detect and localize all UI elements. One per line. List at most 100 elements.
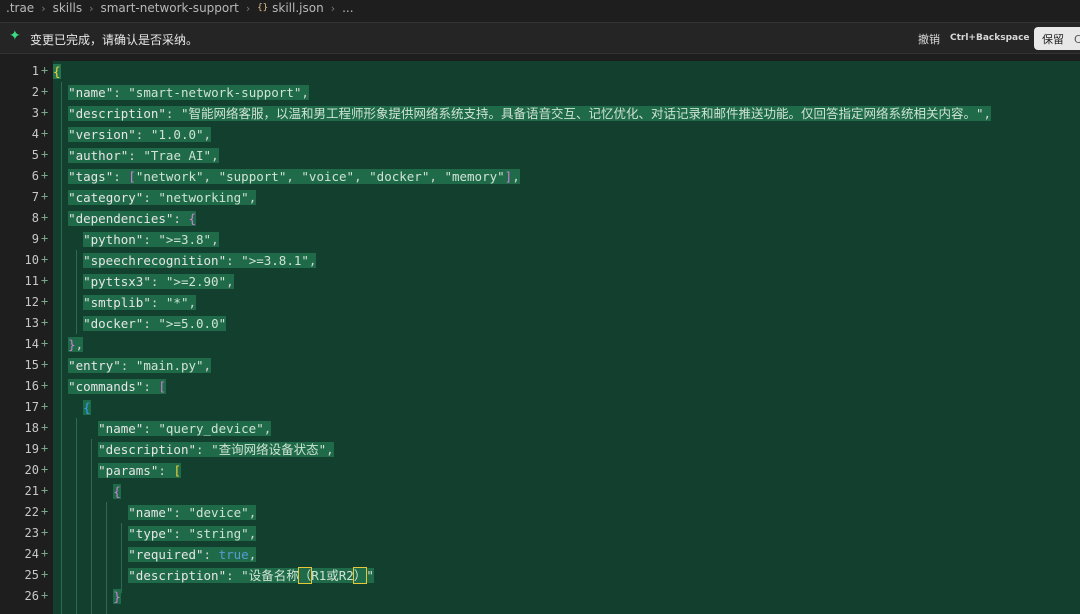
code-line[interactable]: 24 + "required": true, — [0, 544, 1080, 565]
code-line[interactable]: 11 + "pyttsx3": ">=2.90", — [0, 271, 1080, 292]
keep-label: 保留 — [1042, 33, 1064, 46]
line-code: { — [113, 484, 121, 499]
line-number: 20 — [24, 463, 39, 477]
line-number: 15 — [24, 358, 39, 372]
line-number: 11 — [24, 274, 39, 288]
code-line[interactable]: 6 + "tags": ["network", "support", "voice… — [0, 166, 1080, 187]
line-code: { — [83, 400, 91, 415]
breadcrumb-item-folder[interactable]: smart-network-support — [100, 1, 238, 15]
added-line-marker: + — [41, 525, 49, 539]
line-code: "python": ">=3.8", — [83, 232, 219, 247]
line-code: "description": "查询网络设备状态", — [98, 442, 334, 457]
code-line[interactable]: 12 + "smtplib": "*", — [0, 292, 1080, 313]
undo-button[interactable]: 撤销 — [918, 31, 940, 47]
line-code: "dependencies": { — [68, 211, 197, 226]
line-code: "version": "1.0.0", — [68, 127, 212, 142]
code-line[interactable]: 19 + "description": "查询网络设备状态", — [0, 439, 1080, 460]
line-code: "required": true, — [128, 547, 257, 562]
line-number: 21 — [24, 484, 39, 498]
code-line[interactable]: 13 + "docker": ">=5.0.0" — [0, 313, 1080, 334]
code-line[interactable]: 21 + { — [0, 481, 1080, 502]
added-line-marker: + — [41, 336, 49, 350]
code-line[interactable]: 5 + "author": "Trae AI", — [0, 145, 1080, 166]
line-code: { — [53, 64, 61, 79]
code-line[interactable]: 26 + } — [0, 586, 1080, 607]
line-code: "description": "智能网络客服，以温和男工程师形象提供网络系统支持… — [68, 106, 992, 121]
chevron-right-icon: › — [330, 1, 336, 15]
added-line-marker: + — [41, 105, 49, 119]
line-number: 23 — [24, 526, 39, 540]
line-code: "commands": [ — [68, 379, 166, 394]
added-line-marker: + — [41, 399, 49, 413]
code-line[interactable]: 22 + "name": "device", — [0, 502, 1080, 523]
code-line[interactable]: 23 + "type": "string", — [0, 523, 1080, 544]
line-code: "category": "networking", — [68, 190, 257, 205]
breadcrumb-item-more[interactable]: ... — [342, 1, 353, 15]
line-code: "name": "device", — [128, 505, 257, 520]
added-line-marker: + — [41, 189, 49, 203]
added-line-marker: + — [41, 126, 49, 140]
line-number: 4 — [31, 127, 39, 141]
line-code: "entry": "main.py", — [68, 358, 212, 373]
line-code: "name": "smart-network-support", — [68, 85, 309, 100]
breadcrumb-item-skills[interactable]: skills — [53, 1, 82, 15]
added-line-marker: + — [41, 483, 49, 497]
code-line[interactable]: 18 + "name": "query_device", — [0, 418, 1080, 439]
line-number: 22 — [24, 505, 39, 519]
added-line-marker: + — [41, 315, 49, 329]
line-number: 10 — [24, 253, 39, 267]
line-number: 24 — [24, 547, 39, 561]
line-number: 12 — [24, 295, 39, 309]
breadcrumb-item-file[interactable]: skill.json — [272, 1, 324, 15]
line-number: 14 — [24, 337, 39, 351]
line-number: 13 — [24, 316, 39, 330]
line-code: "author": "Trae AI", — [68, 148, 219, 163]
code-line[interactable]: 17 + { — [0, 397, 1080, 418]
code-editor[interactable]: 1 +{2 + "name": "smart-network-support", 3 +… — [0, 61, 1080, 614]
line-number: 26 — [24, 589, 39, 603]
code-line[interactable]: 7 + "category": "networking", — [0, 187, 1080, 208]
added-line-marker: + — [41, 588, 49, 602]
code-line[interactable]: 14 + }, — [0, 334, 1080, 355]
added-line-marker: + — [41, 441, 49, 455]
line-number: 2 — [31, 85, 39, 99]
keep-button[interactable]: 保留 C — [1034, 27, 1080, 50]
line-number: 19 — [24, 442, 39, 456]
code-line[interactable]: 9 + "python": ">=3.8", — [0, 229, 1080, 250]
chevron-right-icon: › — [245, 1, 251, 15]
line-number: 17 — [24, 400, 39, 414]
chevron-right-icon: › — [41, 1, 46, 15]
line-number: 9 — [31, 232, 39, 246]
code-line[interactable]: 3 + "description": "智能网络客服，以温和男工程师形象提供网络系… — [0, 103, 1080, 124]
code-line[interactable]: 2 + "name": "smart-network-support", — [0, 82, 1080, 103]
code-line[interactable]: 16 + "commands": [ — [0, 376, 1080, 397]
added-line-marker: + — [41, 84, 49, 98]
breadcrumb-item-trae[interactable]: .trae — [6, 1, 34, 15]
code-line[interactable]: 1 + { — [0, 61, 1080, 82]
line-number: 5 — [31, 148, 39, 162]
line-code: }, — [68, 337, 84, 352]
line-number: 6 — [31, 169, 39, 183]
json-file-icon: {} — [257, 3, 269, 13]
line-code: "docker": ">=5.0.0" — [83, 316, 227, 331]
line-number: 18 — [24, 421, 39, 435]
added-line-marker: + — [41, 357, 49, 371]
added-line-marker: + — [41, 567, 49, 581]
code-line[interactable]: 4 + "version": "1.0.0", — [0, 124, 1080, 145]
added-line-marker: + — [41, 210, 49, 224]
code-line[interactable]: 8 + "dependencies": { — [0, 208, 1080, 229]
added-line-marker: + — [41, 252, 49, 266]
code-line[interactable]: 10 + "speechrecognition": ">=3.8.1", — [0, 250, 1080, 271]
added-line-marker: + — [41, 168, 49, 182]
line-code: "type": "string", — [128, 526, 257, 541]
added-line-marker: + — [41, 462, 49, 476]
code-line[interactable]: 25 + "description": "设备名称（R1或R2）" — [0, 565, 1080, 586]
line-code: "params": [ — [98, 463, 181, 478]
code-line[interactable]: 20 + "params": [ — [0, 460, 1080, 481]
line-code: "name": "query_device", — [98, 421, 272, 436]
added-line-marker: + — [41, 378, 49, 392]
added-line-marker: + — [41, 420, 49, 434]
code-line[interactable]: 15 + "entry": "main.py", — [0, 355, 1080, 376]
added-line-marker: + — [41, 63, 49, 77]
added-line-marker: + — [41, 231, 49, 245]
